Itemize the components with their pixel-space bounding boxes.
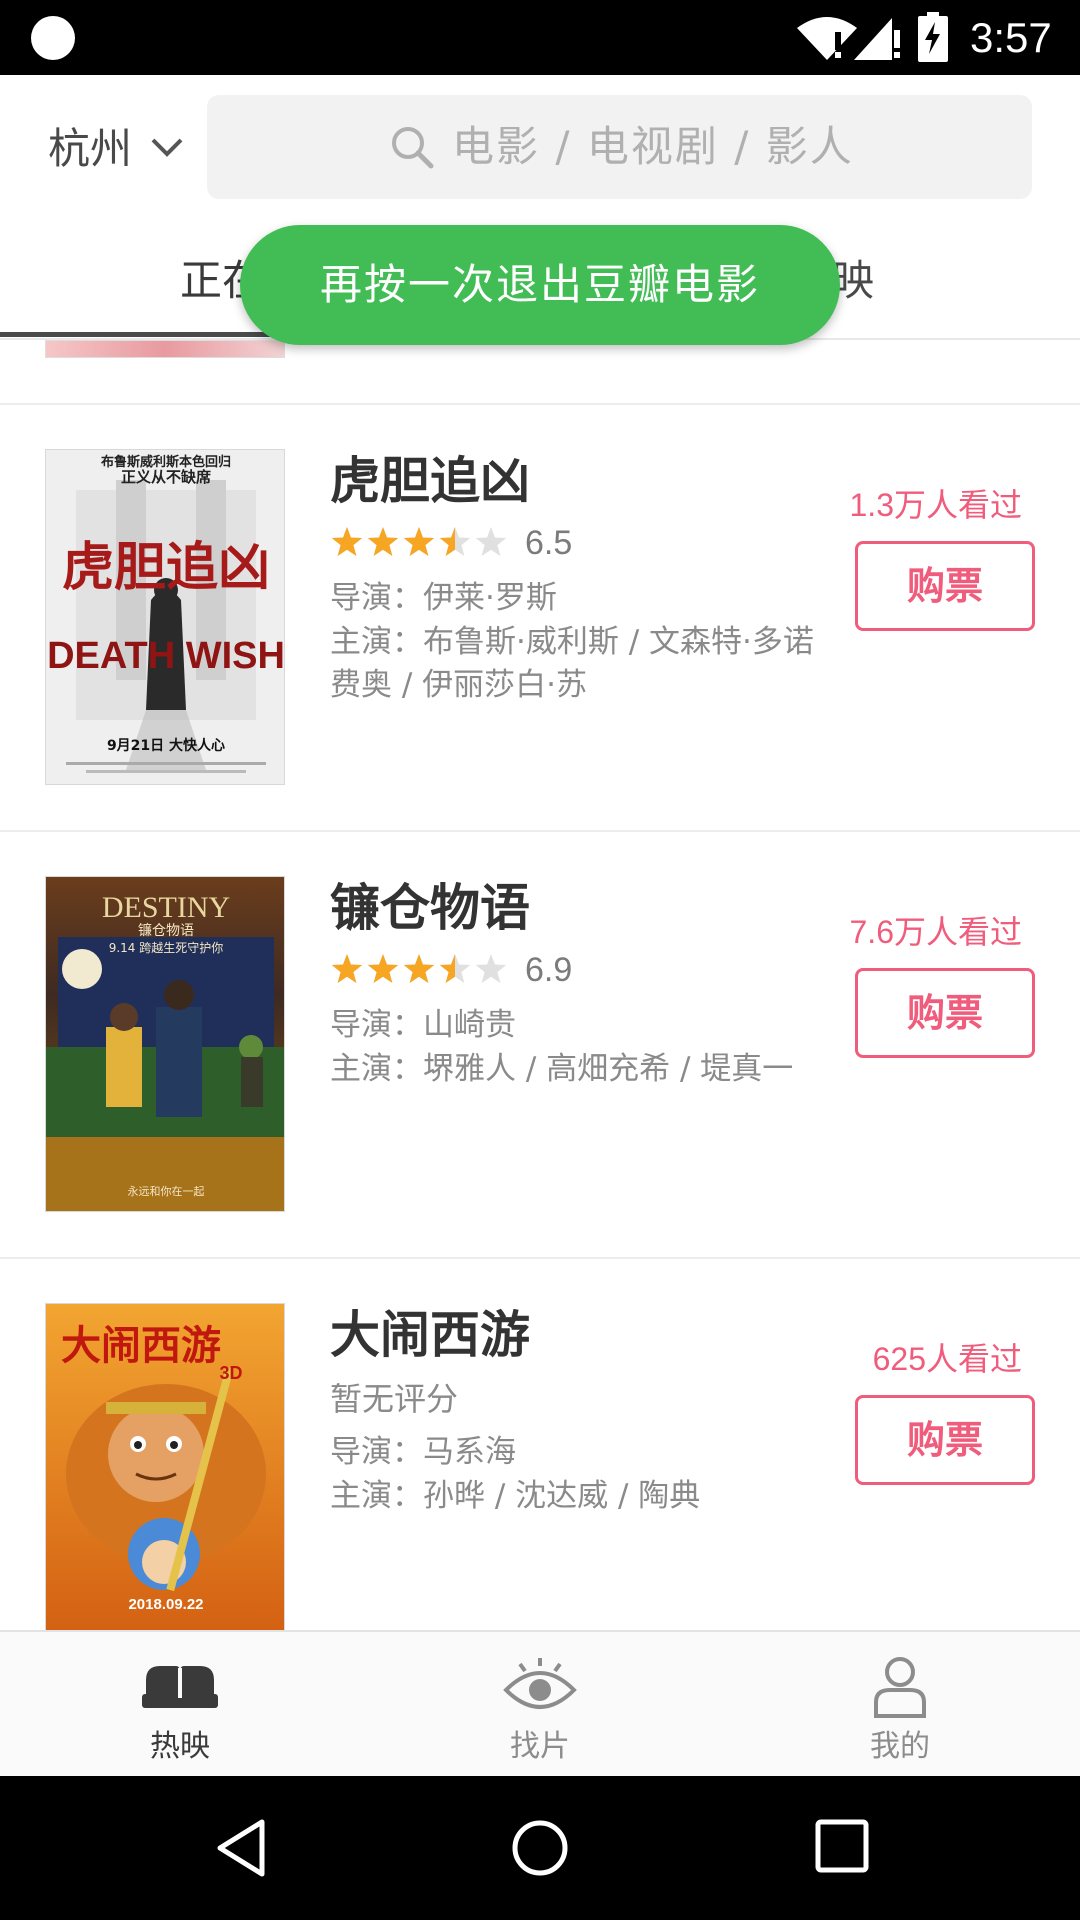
poster-3d-tag: 3D — [219, 1363, 242, 1383]
movie-item[interactable]: 布鲁斯威利斯本色回归 正义从不缺席 虎胆追凶 DEATH WISH 9月21日 … — [0, 405, 1080, 830]
signal-icon — [854, 18, 900, 60]
star-rating-icon — [331, 954, 507, 983]
nav-label-discover: 找片 — [510, 1729, 570, 1764]
star-filled — [367, 527, 399, 556]
rating-value: 6.5 — [525, 524, 573, 562]
movie-poster[interactable]: DESTINY 镰仓物语 9.14 跨越生死守护你 永远和你在一起 — [45, 876, 285, 1212]
watched-count: 625人看过 — [872, 1341, 1022, 1377]
status-time: 3:57 — [970, 14, 1052, 61]
star-filled — [331, 527, 363, 556]
poster-tagline-2: 正义从不缺席 — [121, 468, 211, 486]
home-icon[interactable] — [508, 1816, 572, 1880]
wifi-icon — [797, 17, 857, 60]
top-header: 杭州 电影 / 电视剧 / 影人 — [0, 75, 1080, 215]
chevron-down-icon[interactable] — [150, 137, 184, 159]
movie-list[interactable]: 布鲁斯威利斯本色回归 正义从不缺席 虎胆追凶 DEATH WISH 9月21日 … — [0, 340, 1080, 1630]
status-bar: 3:57 — [0, 0, 1080, 75]
rating-value: 6.9 — [525, 951, 573, 989]
movie-title[interactable]: 虎胆追凶 — [330, 450, 530, 512]
poster-bottom-text: 永远和你在一起 — [128, 1184, 205, 1198]
search-icon — [392, 127, 434, 169]
nav-item-mine[interactable]: 我的 — [720, 1632, 1080, 1778]
movie-poster[interactable]: 大闹西游 3D 2018.09.22 — [45, 1303, 285, 1630]
exit-toast: 再按一次退出豆瓣电影 — [240, 225, 840, 345]
movie-title[interactable]: 镰仓物语 — [330, 877, 530, 939]
app-screen: 3:57 杭州 电影 / 电视剧 / 影人 正在 上映 — [0, 0, 1080, 1920]
nav-label-mine: 我的 — [870, 1729, 930, 1764]
star-filled — [331, 954, 363, 983]
nav-item-now-showing[interactable]: 热映 — [0, 1632, 360, 1778]
sofa-icon — [142, 1666, 218, 1708]
no-rating-label: 暂无评分 — [330, 1380, 459, 1418]
star-filled — [403, 527, 435, 556]
battery-charging-icon — [918, 12, 948, 62]
system-nav-bar — [0, 1776, 1080, 1920]
movie-cast: 主演：孙晔 / 沈达威 / 陶典 — [330, 1478, 701, 1514]
watched-count: 7.6万人看过 — [849, 914, 1023, 950]
watched-count: 1.3万人看过 — [849, 487, 1023, 523]
movie-cast: 主演：布鲁斯·威利斯 / 文森特·多诺费奥 / 伊丽莎白·苏 — [330, 624, 814, 703]
search-placeholder: 电影 / 电视剧 / 影人 — [452, 122, 854, 171]
star-filled — [367, 954, 399, 983]
star-rating-icon — [331, 527, 507, 556]
poster-en-title: DESTINY — [102, 891, 230, 924]
buy-ticket-button[interactable]: 购票 — [855, 541, 1035, 631]
star-empty — [475, 527, 507, 556]
poster-date: 9月21日 大快人心 — [107, 737, 225, 754]
movie-director: 导演：马系海 — [330, 1434, 516, 1470]
poster-date: 2018.09.22 — [128, 1596, 203, 1613]
buy-ticket-button[interactable]: 购票 — [855, 1395, 1035, 1485]
nav-label-now-showing: 热映 — [150, 1729, 210, 1764]
bottom-nav: 热映 找片 我的 — [0, 1630, 1080, 1776]
recent-apps-icon[interactable] — [812, 1816, 872, 1876]
movie-director: 导演：伊莱·罗斯 — [330, 580, 557, 616]
movie-poster[interactable]: 布鲁斯威利斯本色回归 正义从不缺席 虎胆追凶 DEATH WISH 9月21日 … — [45, 449, 285, 785]
movie-item[interactable]: 大闹西游 3D 2018.09.22 大闹西游 暂无评分 导演：马系海 主演：孙… — [0, 1259, 1080, 1630]
poster-en-title: DEATH WISH — [47, 635, 285, 677]
star-filled — [403, 954, 435, 983]
star-empty — [475, 954, 507, 983]
poster-cn-title: 镰仓物语 — [138, 922, 194, 939]
notification-dot-icon — [31, 16, 75, 60]
person-icon — [874, 1657, 926, 1718]
movie-title[interactable]: 大闹西游 — [330, 1304, 530, 1366]
city-selector[interactable]: 杭州 — [48, 123, 132, 175]
movie-cast: 主演：堺雅人 / 高畑充希 / 堤真一 — [330, 1051, 794, 1087]
poster-cn-title: 大闹西游 — [61, 1322, 221, 1369]
poster-cn-title: 虎胆追凶 — [62, 538, 270, 598]
search-input[interactable]: 电影 / 电视剧 / 影人 — [207, 95, 1032, 199]
movie-director: 导演：山崎贵 — [330, 1007, 516, 1043]
eye-icon — [503, 1658, 577, 1709]
poster-tagline: 9.14 跨越生死守护你 — [109, 941, 224, 955]
previous-movie-poster[interactable] — [45, 340, 285, 358]
movie-item[interactable]: DESTINY 镰仓物语 9.14 跨越生死守护你 永远和你在一起 镰仓物语 6… — [0, 832, 1080, 1257]
back-icon[interactable] — [210, 1816, 274, 1880]
buy-ticket-button[interactable]: 购票 — [855, 968, 1035, 1058]
nav-item-discover[interactable]: 找片 — [360, 1632, 720, 1778]
